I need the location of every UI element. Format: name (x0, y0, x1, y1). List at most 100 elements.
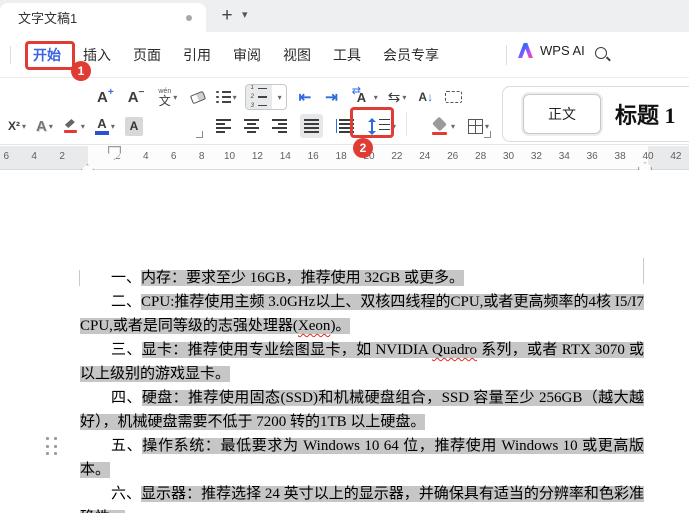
style-heading1[interactable]: 标题 1 (615, 98, 676, 130)
bullet-list-icon (216, 90, 231, 104)
chevron-down-icon: ▾ (451, 121, 456, 131)
selected-text: 内存：要求至少 16GB，推荐使用 32GB 或更多。 (141, 270, 464, 286)
decrease-indent-button[interactable]: ⇤ (299, 85, 312, 109)
page-grid-settings-button[interactable] (445, 85, 463, 109)
document-text[interactable]: 一、内存：要求至少 16GB，推荐使用 32GB 或更多。 二、CPU:推荐使用主… (80, 266, 644, 513)
align-center-button[interactable] (244, 114, 259, 138)
misspelled-text: Xeon (297, 318, 331, 334)
ruler-number: 18 (335, 151, 347, 162)
menu-tab-工具[interactable]: 工具 (333, 45, 361, 65)
ruler-number: 26 (447, 151, 459, 162)
superscript-icon: X² (8, 119, 20, 133)
annotation-box-start-tab (25, 41, 75, 70)
ruler-number: 24 (419, 151, 431, 162)
align-left-button[interactable] (216, 114, 231, 138)
distribute-button[interactable] (336, 114, 354, 138)
justify-icon (304, 119, 319, 133)
paragraph[interactable]: 一、内存：要求至少 16GB，推荐使用 32GB 或更多。 (80, 266, 644, 290)
chevron-down-icon: ▾ (22, 121, 27, 131)
distribute-icon (336, 119, 354, 133)
document-tab-bar: 文字文稿1 + ▾ (0, 0, 689, 32)
menu-tab-审阅[interactable]: 审阅 (233, 45, 261, 65)
chevron-down-icon: ▾ (80, 121, 85, 131)
menu-tab-页面[interactable]: 页面 (133, 45, 161, 65)
ruler-number: 28 (475, 151, 487, 162)
align-right-button[interactable] (272, 114, 287, 138)
selected-text: )。 (330, 318, 351, 334)
wps-writer-window: 文字文稿1 + ▾ 开始插入页面引用审阅视图工具会员专享 WPS AI 五号 ▾… (0, 0, 689, 513)
sort-icon: A↓ (418, 90, 434, 104)
paragraph-dialog-launcher-icon[interactable] (484, 131, 491, 138)
align-center-icon (244, 119, 259, 133)
paragraph[interactable]: 五、操作系统：最低要求为 Windows 10 64 位，推荐使用 Window… (80, 434, 644, 482)
text-direction-icon: ⇄ A (351, 85, 367, 105)
highlight-button[interactable]: ▾ (63, 114, 85, 138)
ruler-number: 10 (223, 151, 236, 162)
numbered-list-icon: 123 (251, 85, 267, 109)
wps-ai-label: WPS AI (540, 43, 585, 58)
unsaved-dot-icon (186, 14, 192, 21)
wps-ai-entry[interactable]: WPS AI (518, 43, 585, 58)
phonetic-guide-icon: wén 文 (158, 87, 172, 108)
list-number: 四、 (111, 390, 142, 406)
numbered-list-button[interactable]: 123 ▾ (244, 84, 287, 110)
list-number: 三、 (111, 342, 142, 358)
minus-icon: − (138, 86, 145, 98)
selected-text: 操作系统：最低要求为 Windows 10 64 位，推荐使用 Windows … (80, 438, 644, 478)
increase-font-size-button[interactable]: A + (97, 85, 114, 109)
borders-icon (468, 118, 484, 134)
chevron-down-icon: ▾ (373, 92, 378, 102)
selected-text: CPU:推荐使用主频 3.0GHz以上、双核四线程的CPU,或者更高频率的4核 … (80, 294, 644, 334)
menu-tab-视图[interactable]: 视图 (283, 45, 311, 65)
superscript-button[interactable]: X² ▾ (8, 114, 26, 138)
align-left-icon (216, 119, 231, 133)
horizontal-ruler[interactable]: 6 4 2 2 4 6 8 10 12 14 16 18 20 22 24 26 28 30 32 34 36 38 40 4… (0, 146, 689, 170)
menu-left-divider (10, 46, 11, 64)
decrease-font-size-button[interactable]: A − (128, 85, 145, 109)
chevron-down-icon: ▾ (277, 92, 282, 102)
font-dialog-launcher-icon[interactable] (196, 131, 203, 138)
bullet-list-button[interactable]: ▾ (216, 85, 237, 109)
increase-indent-button[interactable]: ⇥ (325, 85, 338, 109)
plus-icon: + (107, 86, 114, 98)
menu-tab-引用[interactable]: 引用 (183, 45, 211, 65)
selected-text: 显示器：推荐选择 24 英寸以上的显示器，并确保具有适当的分辨率和色彩准确性。 (80, 486, 644, 513)
new-tab-button[interactable]: + (214, 2, 240, 30)
ruler-number: 30 (502, 151, 515, 162)
shading-fill-button[interactable]: ▾ (432, 114, 455, 138)
ruler-number: 38 (614, 151, 626, 162)
menu-tab-会员专享[interactable]: 会员专享 (383, 45, 439, 65)
justify-button[interactable] (300, 114, 323, 138)
menu-tab-插入[interactable]: 插入 (83, 45, 111, 65)
document-tab[interactable]: 文字文稿1 (0, 3, 206, 32)
chevron-down-icon: ▾ (110, 121, 115, 131)
cjk-layout-button[interactable]: ⇆ ▾ (388, 85, 407, 109)
text-direction-button[interactable]: ⇄ A ▾ (352, 85, 378, 109)
toolbar-group-divider (406, 112, 407, 136)
character-shading-button[interactable]: A (124, 114, 143, 138)
chevron-down-icon: ▾ (232, 92, 237, 102)
paragraph-drag-handle-icon[interactable] (46, 437, 59, 457)
list-number: 六、 (111, 486, 142, 502)
ruler-number: 12 (251, 151, 263, 162)
paragraph[interactable]: 二、CPU:推荐使用主频 3.0GHz以上、双核四线程的CPU,或者更高频率的4… (80, 290, 644, 338)
search-icon[interactable] (594, 46, 612, 64)
tab-list-chevron-icon[interactable]: ▾ (242, 8, 248, 21)
chevron-down-icon: ▾ (48, 121, 53, 131)
font-color-button[interactable]: A ▾ (94, 114, 115, 138)
clear-format-button[interactable] (190, 85, 207, 109)
phonetic-guide-button[interactable]: wén 文 ▾ (158, 85, 177, 109)
highlighter-icon (63, 118, 79, 134)
ruler-number: 2 (59, 151, 65, 162)
sort-button[interactable]: A↓ (418, 85, 433, 109)
ruler-number: 6 (3, 151, 10, 162)
paint-bucket-icon (432, 116, 449, 135)
text-effects-button[interactable]: A ▾ (36, 114, 53, 138)
grow-font-icon: A (97, 88, 108, 106)
style-normal[interactable]: 正文 (523, 94, 601, 134)
paragraph[interactable]: 三、显卡：推荐使用专业绘图显卡，如 NVIDIA Quadro 系列，或者 RT… (80, 338, 644, 386)
paragraph[interactable]: 四、硬盘：推荐使用固态(SSD)和机械硬盘组合，SSD 容量至少 256GB（越… (80, 386, 644, 434)
list-number: 二、 (111, 294, 142, 310)
paragraph[interactable]: 六、显示器：推荐选择 24 英寸以上的显示器，并确保具有适当的分辨率和色彩准确性… (80, 482, 644, 513)
decrease-indent-icon: ⇤ (298, 89, 312, 106)
